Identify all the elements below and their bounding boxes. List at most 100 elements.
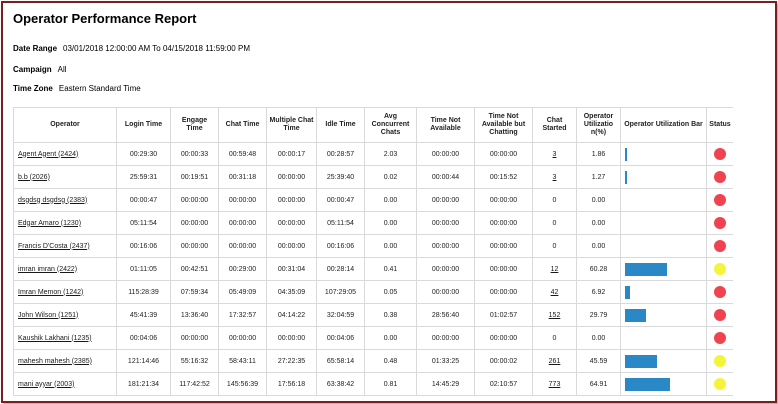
status-indicator-red [714,171,726,183]
operator-cell: Francis D'Costa (2437) [13,234,117,258]
date-range-label: Date Range [13,44,58,53]
chat-time-cell: 00:00:00 [218,188,267,212]
status-cell [706,303,733,327]
chat-started-link[interactable]: 12 [551,266,559,273]
operator-link[interactable]: Edgar Amaro (1230) [18,220,81,227]
chat-started-link[interactable]: 3 [553,174,557,181]
status-indicator-red [714,194,726,206]
col-header-multiple-chat-time: Multiple Chat Time [266,107,317,143]
login-time-cell: 00:04:06 [116,326,171,350]
chat-started-link[interactable]: 152 [549,312,561,319]
operator-link[interactable]: Agent Agent (2424) [18,151,78,158]
campaign-filter: Campaign All [13,65,67,74]
col-header-avg-concurrent-chats: Avg Concurrent Chats [364,107,417,143]
chat-started-cell: 773 [532,372,577,396]
operator-performance-table: Operator Login Time Engage Time Chat Tim… [13,107,733,396]
table-row: b.b (2026) 25:59:31 00:19:51 00:31:18 00:00:… [13,165,733,189]
time-not-available-cell: 00:00:00 [416,257,475,281]
multiple-chat-time-cell: 00:00:00 [266,326,317,350]
idle-time-cell: 00:00:47 [316,188,365,212]
status-cell [706,211,733,235]
operator-link[interactable]: mani ayyar (2003) [18,381,74,388]
date-range-filter: Date Range 03/01/2018 12:00:00 AM To 04/1… [13,44,250,53]
operator-cell: Imran Memon (1242) [13,280,117,304]
operator-link[interactable]: dsgdsg dsgdsg (2383) [18,197,87,204]
engage-time-cell: 55:16:32 [170,349,219,373]
time-not-available-chatting-cell: 00:00:00 [474,234,533,258]
table-row: Imran Memon (1242) 115:28:39 07:59:34 05:49… [13,280,733,304]
operator-cell: Agent Agent (2424) [13,142,117,166]
col-header-time-not-available: Time Not Available [416,107,475,143]
utilization-bar [625,354,657,368]
utilization-bar-cell [620,372,707,396]
status-indicator-red [714,286,726,298]
chat-started-cell: 0 [532,234,577,258]
engage-time-cell: 00:19:51 [170,165,219,189]
utilization-bar [625,308,646,322]
chat-started-cell: 3 [532,165,577,189]
chat-time-cell: 00:59:48 [218,142,267,166]
operator-link[interactable]: Kaushik Lakhani (1235) [18,335,92,342]
time-not-available-cell: 00:00:44 [416,165,475,189]
operator-link[interactable]: imran imran (2422) [18,266,77,273]
avg-concurrent-chats-cell: 0.00 [364,234,417,258]
time-not-available-chatting-cell: 00:00:00 [474,211,533,235]
campaign-value: All [57,65,67,74]
chat-time-cell: 00:00:00 [218,211,267,235]
chat-started-link[interactable]: 261 [549,358,561,365]
multiple-chat-time-cell: 00:31:04 [266,257,317,281]
multiple-chat-time-cell: 04:14:22 [266,303,317,327]
utilization-bar-cell [620,211,707,235]
avg-concurrent-chats-cell: 0.02 [364,165,417,189]
status-cell [706,257,733,281]
status-indicator-red [714,240,726,252]
chat-started-cell: 152 [532,303,577,327]
chat-started-cell: 12 [532,257,577,281]
operator-utilization-cell: 60.28 [576,257,621,281]
utilization-bar-cell [620,257,707,281]
timezone-filter: Time Zone Eastern Standard Time [13,84,141,93]
page-title: Operator Performance Report [13,11,197,26]
table-row: Kaushik Lakhani (1235) 00:04:06 00:00:00 00… [13,326,733,350]
status-indicator-yellow [714,378,726,390]
time-not-available-chatting-cell: 00:15:52 [474,165,533,189]
idle-time-cell: 00:28:14 [316,257,365,281]
chat-started-link[interactable]: 42 [551,289,559,296]
utilization-bar-cell [620,303,707,327]
report-table-container[interactable]: Operator Login Time Engage Time Chat Tim… [13,107,733,399]
avg-concurrent-chats-cell: 0.05 [364,280,417,304]
operator-utilization-cell: 6.92 [576,280,621,304]
table-row: mahesh mahesh (2385) 121:14:46 55:16:32 58:… [13,349,733,373]
operator-link[interactable]: John Wilson (1251) [18,312,78,319]
login-time-cell: 25:59:31 [116,165,171,189]
status-cell [706,326,733,350]
utilization-bar-cell [620,142,707,166]
status-cell [706,165,733,189]
time-not-available-chatting-cell: 02:10:57 [474,372,533,396]
idle-time-cell: 00:28:57 [316,142,365,166]
operator-cell: John Wilson (1251) [13,303,117,327]
operator-utilization-cell: 1.27 [576,165,621,189]
col-header-utilization-bar: Operator Utilization Bar [620,107,707,143]
avg-concurrent-chats-cell: 0.48 [364,349,417,373]
operator-utilization-cell: 0.00 [576,326,621,350]
avg-concurrent-chats-cell: 0.00 [364,326,417,350]
chat-time-cell: 00:29:00 [218,257,267,281]
operator-utilization-cell: 29.79 [576,303,621,327]
engage-time-cell: 00:00:00 [170,188,219,212]
chat-started-link[interactable]: 773 [549,381,561,388]
chat-started-link[interactable]: 3 [553,151,557,158]
operator-link[interactable]: mahesh mahesh (2385) [18,358,92,365]
operator-link[interactable]: b.b (2026) [18,174,50,181]
operator-link[interactable]: Imran Memon (1242) [18,289,83,296]
status-indicator-red [714,148,726,160]
operator-cell: Edgar Amaro (1230) [13,211,117,235]
utilization-bar-cell [620,349,707,373]
idle-time-cell: 107:29:05 [316,280,365,304]
time-not-available-cell: 01:33:25 [416,349,475,373]
multiple-chat-time-cell: 00:00:00 [266,211,317,235]
table-header-row: Operator Login Time Engage Time Chat Tim… [13,107,733,143]
chat-time-cell: 00:00:00 [218,326,267,350]
operator-link[interactable]: Francis D'Costa (2437) [18,243,90,250]
operator-cell: mani ayyar (2003) [13,372,117,396]
